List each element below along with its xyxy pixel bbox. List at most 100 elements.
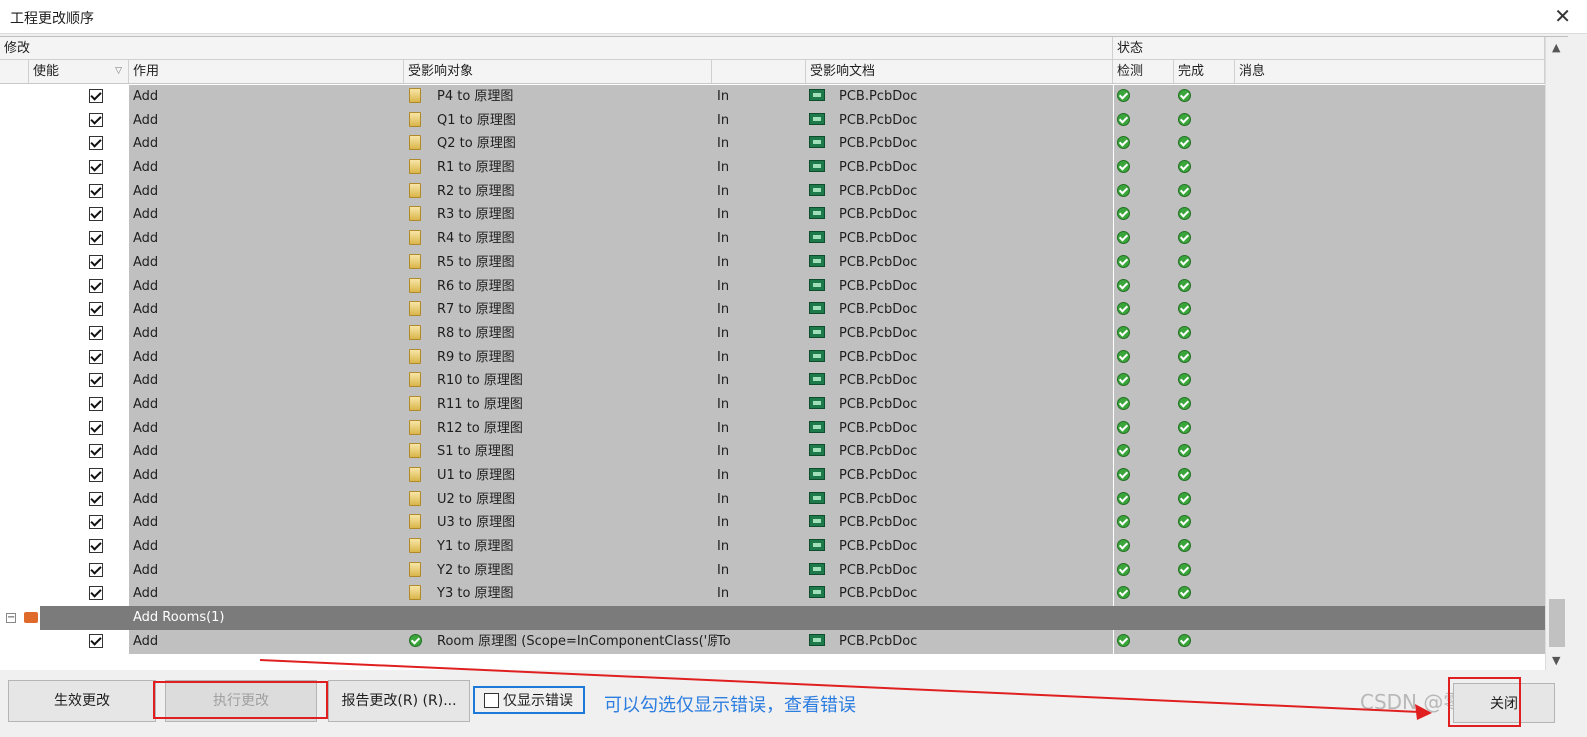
component-icon <box>409 182 421 198</box>
table-row[interactable]: Add R11 to 原理图 In PCB.PcbDoc <box>0 392 1545 417</box>
done-ok-icon <box>1178 444 1191 458</box>
scroll-down-icon[interactable]: ▼ <box>1552 654 1560 667</box>
table-row[interactable]: Add R8 to 原理图 In PCB.PcbDoc <box>0 321 1545 346</box>
action-cell: Add <box>133 349 159 365</box>
table-row[interactable]: Add P4 to 原理图 In PCB.PcbDoc <box>0 85 1545 109</box>
enable-checkbox[interactable] <box>89 373 103 388</box>
only-errors-checkbox[interactable] <box>484 693 499 708</box>
direction-cell: In <box>717 207 730 223</box>
enable-checkbox[interactable] <box>89 349 103 364</box>
table-row[interactable]: Add R10 to 原理图 In PCB.PcbDoc <box>0 369 1545 393</box>
doc-cell: PCB.PcbDoc <box>839 136 918 152</box>
enable-checkbox[interactable] <box>89 539 103 554</box>
status-divider <box>1113 227 1114 251</box>
table-row[interactable]: Add R2 to 原理图 In PCB.PcbDoc <box>0 179 1545 204</box>
check-ok-icon <box>1117 302 1130 316</box>
validate-changes-button[interactable]: 生效更改 <box>8 680 156 722</box>
table-row[interactable]: Add Q2 to 原理图 In PCB.PcbDoc <box>0 132 1545 157</box>
table-row[interactable]: Add Y2 to 原理图 In PCB.PcbDoc <box>0 558 1545 583</box>
table-row[interactable]: Add U3 to 原理图 In PCB.PcbDoc <box>0 511 1545 536</box>
sort-filter-icon[interactable]: ▽ <box>115 60 122 83</box>
enable-checkbox[interactable] <box>89 468 103 482</box>
enable-checkbox[interactable] <box>89 420 103 435</box>
table-row[interactable]: Add U1 to 原理图 In PCB.PcbDoc <box>0 464 1545 488</box>
header-enable[interactable]: 使能 ▽ <box>29 60 129 83</box>
enable-checkbox[interactable] <box>89 207 103 222</box>
table-row[interactable]: Add R4 to 原理图 In PCB.PcbDoc <box>0 227 1545 251</box>
pcb-document-icon <box>809 207 825 220</box>
object-cell: P4 to 原理图 <box>437 89 514 104</box>
header-action[interactable]: 作用 <box>129 60 404 83</box>
table-row[interactable]: Add Q1 to 原理图 In PCB.PcbDoc <box>0 108 1545 133</box>
table-row[interactable]: Add R7 to 原理图 In PCB.PcbDoc <box>0 298 1545 322</box>
enable-checkbox[interactable] <box>89 254 103 269</box>
status-divider <box>1113 108 1114 133</box>
enable-checkbox[interactable] <box>89 586 103 601</box>
table-row[interactable]: Add S1 to 原理图 In PCB.PcbDoc <box>0 440 1545 464</box>
table-row[interactable]: Add Y1 to 原理图 In PCB.PcbDoc <box>0 535 1545 559</box>
pcb-document-icon <box>809 278 825 291</box>
enable-checkbox[interactable] <box>89 491 103 506</box>
table-row[interactable]: Add R6 to 原理图 In PCB.PcbDoc <box>0 274 1545 299</box>
header-object[interactable]: 受影响对象 <box>404 60 712 83</box>
table-row[interactable]: Add Y3 to 原理图 In PCB.PcbDoc <box>0 582 1545 607</box>
row-gutter <box>0 203 129 228</box>
table-row[interactable]: Add R9 to 原理图 In PCB.PcbDoc <box>0 345 1545 370</box>
header-done[interactable]: 完成 <box>1174 60 1235 83</box>
doc-cell: PCB.PcbDoc <box>839 302 918 318</box>
collapse-icon[interactable]: − <box>6 613 16 624</box>
only-errors-label: 仅显示错误 <box>503 693 573 709</box>
done-ok-icon <box>1178 278 1191 292</box>
doc-cell: PCB.PcbDoc <box>839 254 918 270</box>
close-window-icon[interactable]: ✕ <box>1554 4 1571 28</box>
enable-checkbox[interactable] <box>89 562 103 577</box>
highlight-close-box <box>1448 677 1521 727</box>
enable-checkbox[interactable] <box>89 160 103 175</box>
enable-checkbox[interactable] <box>89 302 103 317</box>
enable-checkbox[interactable] <box>89 444 103 459</box>
action-cell: Add <box>133 112 159 128</box>
table-row[interactable]: Add R5 to 原理图 In PCB.PcbDoc <box>0 250 1545 275</box>
table-row[interactable]: Add R12 to 原理图 In PCB.PcbDoc <box>0 416 1545 441</box>
pcb-document-icon <box>809 254 825 267</box>
check-ok-icon <box>1117 444 1130 458</box>
table-row[interactable]: Add R3 to 原理图 In PCB.PcbDoc <box>0 203 1545 228</box>
done-ok-icon <box>1178 586 1191 600</box>
table-row[interactable]: Add U2 to 原理图 In PCB.PcbDoc <box>0 487 1545 512</box>
done-ok-icon <box>1178 160 1191 174</box>
done-ok-icon <box>1178 633 1191 647</box>
row-gutter <box>0 298 129 322</box>
header-check[interactable]: 检测 <box>1113 60 1174 83</box>
direction-cell: In <box>717 254 730 270</box>
table-row[interactable]: Add R1 to 原理图 In PCB.PcbDoc <box>0 156 1545 180</box>
header-direction[interactable] <box>712 60 806 83</box>
report-changes-button[interactable]: 报告更改(R) (R)... <box>328 680 470 722</box>
enable-checkbox[interactable] <box>89 515 103 530</box>
enable-checkbox[interactable] <box>89 89 103 103</box>
component-icon <box>409 443 421 459</box>
enable-checkbox[interactable] <box>89 396 103 411</box>
direction-cell: In <box>717 586 730 602</box>
header-doc[interactable]: 受影响文档 <box>806 60 1113 83</box>
row-gutter <box>0 345 129 370</box>
row-gutter <box>0 179 129 204</box>
group-row-add-rooms[interactable]: − Add Rooms(1) <box>0 606 1545 630</box>
header-message[interactable]: 消息 <box>1235 60 1545 83</box>
component-icon <box>409 490 421 506</box>
check-ok-icon <box>1117 231 1130 245</box>
group-label: Add Rooms(1) <box>133 610 225 626</box>
enable-checkbox[interactable] <box>89 325 103 340</box>
vertical-scrollbar[interactable]: ▲ ▼ <box>1545 37 1568 670</box>
enable-checkbox[interactable] <box>89 183 103 198</box>
enable-checkbox[interactable] <box>89 136 103 151</box>
pcb-document-icon <box>809 420 825 433</box>
enable-checkbox[interactable] <box>89 278 103 293</box>
enable-checkbox[interactable] <box>89 112 103 127</box>
enable-checkbox[interactable] <box>89 633 103 648</box>
enable-checkbox[interactable] <box>89 231 103 246</box>
scroll-thumb[interactable] <box>1549 599 1565 647</box>
scroll-up-icon[interactable]: ▲ <box>1552 41 1560 54</box>
status-divider <box>1113 203 1114 228</box>
table-row-room[interactable]: Add Room 原理图 (Scope=InComponentClass('原理… <box>0 629 1545 654</box>
action-cell: Add <box>133 468 159 483</box>
